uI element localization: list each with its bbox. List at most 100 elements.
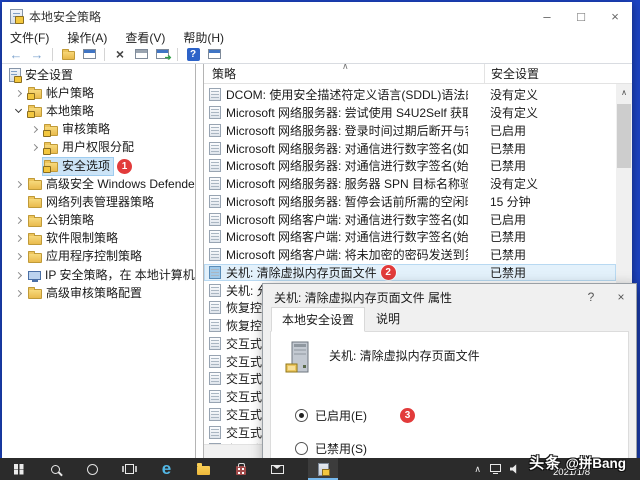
scrollbar-thumb[interactable] [617,104,631,168]
policy-row[interactable]: Microsoft 网络服务器: 服务器 SPN 目标名称验证级别 没有定义 [204,175,616,193]
window-controls: – □ × [530,2,632,31]
menu-item[interactable]: 操作(A) [67,31,107,45]
edge-icon: e [161,458,172,478]
expander-icon[interactable] [12,217,27,225]
dialog-close-button[interactable]: × [606,284,636,310]
delete-icon[interactable]: × [112,47,128,62]
policy-doc-icon [209,265,221,279]
cortana-button[interactable] [74,458,111,480]
expander-icon[interactable] [12,89,27,97]
expander-icon[interactable] [12,289,27,297]
policy-name: Microsoft 网络客户端: 对通信进行数字签名(如果服务器允... [226,212,468,227]
tree-item-icon [28,196,42,209]
search-icon [51,464,60,474]
policy-row[interactable]: Microsoft 网络服务器: 对通信进行数字签名(如果客户端允... 已禁用 [204,139,616,157]
show-console-window-icon[interactable] [81,47,97,62]
tree-item[interactable]: 应用程序控制策略 [2,248,195,266]
policy-row[interactable]: Microsoft 网络客户端: 将未加密的密码发送到第三方 SMB... 已禁… [204,246,616,264]
file-explorer-button[interactable] [185,458,222,480]
expander-icon[interactable] [12,180,27,188]
dialog-tab[interactable]: 说明 [365,306,411,331]
tree-item-icon [43,160,58,174]
policy-row[interactable]: Microsoft 网络服务器: 登录时间过期后断开与客户端的连接 已启用 [204,122,616,140]
close-button[interactable]: × [598,2,632,31]
policy-doc-icon [209,336,221,350]
column-header-setting[interactable]: 安全设置 [485,65,539,82]
expander-icon[interactable] [12,235,27,243]
properties-window-icon[interactable] [133,47,149,62]
local-security-policy-icon [317,462,330,476]
mail-button[interactable] [259,458,296,480]
search-button[interactable] [37,458,74,480]
expander-icon[interactable] [28,164,43,169]
policy-doc-icon [209,248,221,262]
tree-item[interactable]: 安全选项 1 [2,156,195,176]
scroll-up-icon[interactable]: ∧ [616,84,632,100]
dialog-tab[interactable]: 本地安全设置 [271,307,366,332]
store-button[interactable] [222,458,259,480]
expander-icon[interactable] [12,200,27,205]
policy-row[interactable]: Microsoft 网络客户端: 对通信进行数字签名(如果服务器允... 已启用 [204,210,616,228]
cortana-icon [87,463,98,475]
title-bar[interactable]: 本地安全策略 – □ × [2,2,632,31]
edge-button[interactable]: e [148,458,185,480]
tree-item[interactable]: 用户权限分配 [2,139,195,157]
help-icon[interactable]: ? [185,47,201,62]
tree-item[interactable]: 本地策略 [2,102,195,120]
menu-item[interactable]: 查看(V) [125,31,165,45]
list-header: 策略 安全设置 [204,64,632,84]
radio-option[interactable]: 已启用(E) 3 [295,407,628,424]
tree-item[interactable]: 安全设置 [2,66,195,84]
policy-row[interactable]: Microsoft 网络服务器: 暂停会话前所需的空闲时间数量 15 分钟 [204,193,616,211]
tree-item-label: 用户权限分配 [62,140,135,155]
tree-item[interactable]: 软件限制策略 [2,230,195,248]
policy-doc-icon [209,301,221,315]
policy-row[interactable]: 关机: 清除虚拟内存页面文件 2 已禁用 [204,263,616,282]
radio-label: 已启用(E) [315,409,367,423]
export-list-icon[interactable] [154,47,172,62]
start-button[interactable] [0,458,37,480]
local-security-policy-taskbar-button[interactable] [308,458,338,480]
expander-icon[interactable] [12,271,27,279]
tree-item[interactable]: 审核策略 [2,121,195,139]
mail-icon [271,464,284,474]
watermark: 头条 @拼Bang [529,452,626,473]
forward-arrow-icon[interactable]: → [29,47,45,62]
policy-doc-icon [209,177,221,191]
tree-item[interactable]: 高级安全 Windows Defender 防火墙 [2,175,195,193]
radio-icon[interactable] [295,409,308,422]
tree-item[interactable]: 帐户策略 [2,84,195,102]
expander-icon[interactable] [12,253,27,261]
export-folder-icon[interactable] [60,47,76,62]
policy-row[interactable]: DCOM: 使用安全描述符定义语言(SDDL)语法的计算机启动... 没有定义 [204,86,616,104]
menu-item[interactable]: 帮助(H) [183,31,224,45]
volume-icon[interactable] [510,464,517,474]
menu-item[interactable]: 文件(F) [10,31,49,45]
policy-name: Microsoft 网络服务器: 暂停会话前所需的空闲时间数量 [226,194,468,209]
radio-icon[interactable] [295,442,308,455]
policy-row[interactable]: Microsoft 网络服务器: 尝试使用 S4U2Self 获取声明信息 没有… [204,104,616,122]
tree-item-label: 应用程序控制策略 [46,249,143,264]
tree-item[interactable]: IP 安全策略，在 本地计算机 [2,266,195,284]
expander-icon[interactable] [28,144,43,152]
back-arrow-icon[interactable]: ← [8,47,24,62]
policy-row[interactable]: Microsoft 网络客户端: 对通信进行数字签名(始终) 已禁用 [204,228,616,246]
chevron-up-icon[interactable]: ∧ [474,464,481,474]
task-view-button[interactable] [111,458,148,480]
tree-item[interactable]: 网络列表管理器策略 [2,193,195,211]
expander-icon[interactable] [28,126,43,134]
console-window-icon[interactable] [206,47,222,62]
network-icon[interactable] [490,464,501,474]
dialog-help-button[interactable]: ? [576,284,606,310]
expander-icon[interactable] [12,106,27,114]
tree-item-label: 帐户策略 [46,85,95,100]
minimize-button[interactable]: – [530,2,564,31]
policy-name: Microsoft 网络服务器: 对通信进行数字签名(始终) [226,159,468,174]
tree-item[interactable]: 公钥策略 [2,212,195,230]
task-view-icon [122,464,137,474]
tree-item[interactable]: 高级审核策略配置 [2,284,195,302]
policy-row[interactable]: Microsoft 网络服务器: 对通信进行数字签名(始终) 已禁用 [204,157,616,175]
pane-divider[interactable] [196,64,203,458]
maximize-button[interactable]: □ [564,2,598,31]
policy-setting: 已禁用 [490,159,527,174]
